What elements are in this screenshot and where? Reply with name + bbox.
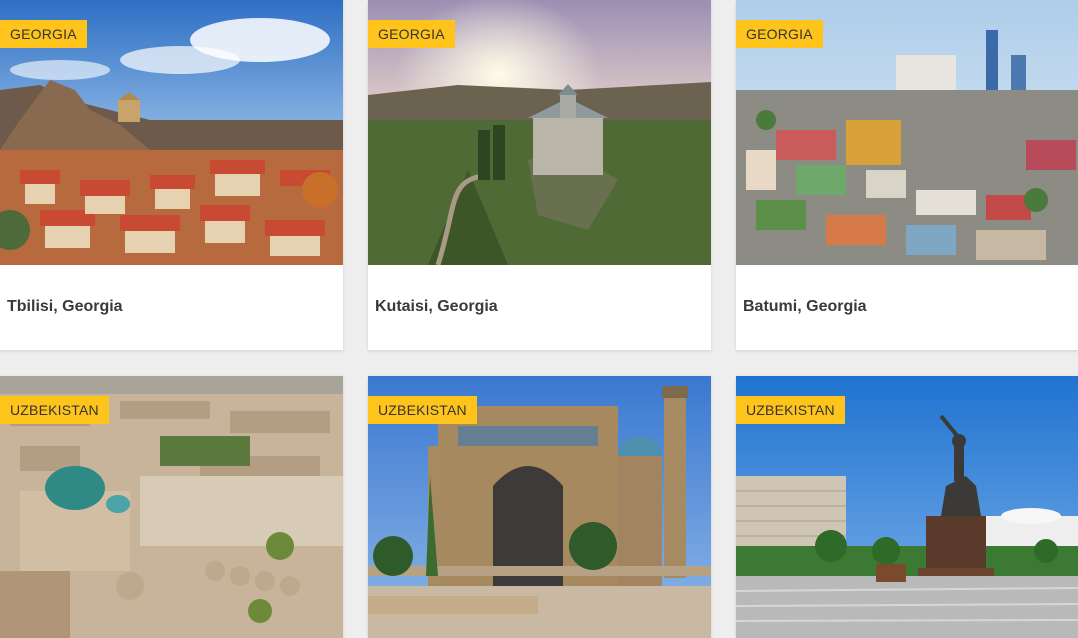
destination-card-tashkent[interactable]: UZBEKISTAN (736, 376, 1078, 638)
country-badge: UZBEKISTAN (0, 396, 109, 424)
destination-card-tbilisi[interactable]: GEORGIA Tbilisi, Georgia (0, 0, 343, 350)
country-badge: GEORGIA (368, 20, 455, 48)
country-badge: GEORGIA (0, 20, 87, 48)
destination-card-kutaisi[interactable]: GEORGIA Kutaisi, Georgia (368, 0, 711, 350)
country-badge: GEORGIA (736, 20, 823, 48)
destination-title[interactable]: Batumi, Georgia (743, 298, 867, 316)
destination-title[interactable]: Tbilisi, Georgia (7, 298, 123, 316)
destination-card-khiva[interactable]: UZBEKISTAN (0, 376, 343, 638)
country-badge: UZBEKISTAN (368, 396, 477, 424)
destination-card-batumi[interactable]: GEORGIA Batumi, Georgia (736, 0, 1078, 350)
destination-card-samarkand[interactable]: UZBEKISTAN (368, 376, 711, 638)
country-badge: UZBEKISTAN (736, 396, 845, 424)
destination-title[interactable]: Kutaisi, Georgia (375, 298, 498, 316)
